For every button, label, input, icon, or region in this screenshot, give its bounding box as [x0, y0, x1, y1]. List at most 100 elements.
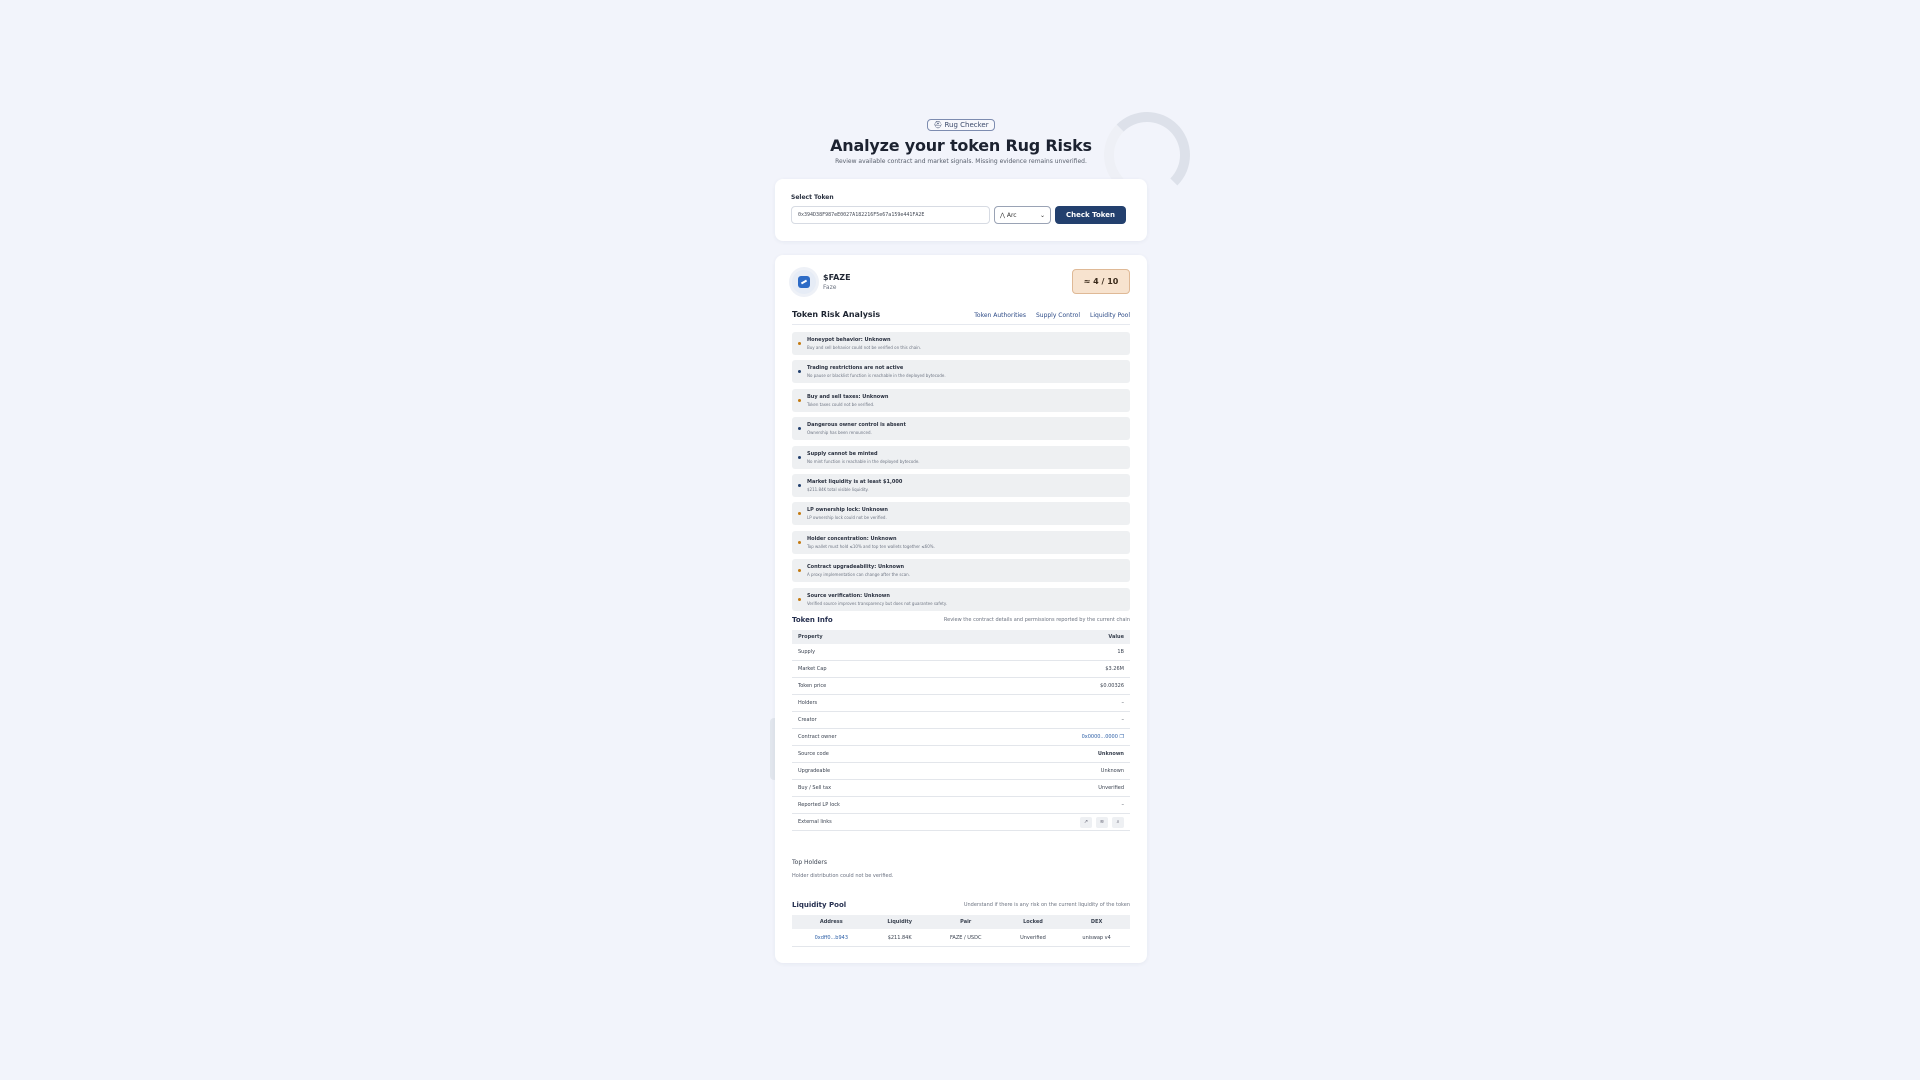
risk-desc: Verified source improves transparency bu…	[807, 600, 947, 606]
risk-item: Buy and sell taxes: Unknown Token taxes c…	[792, 388, 1130, 412]
risk-desc: Top wallet must hold ≤10% and top ten wa…	[807, 543, 935, 549]
token-address-input[interactable]: 0x394D38F987eE0027A182216F5e67a159e441FA…	[791, 206, 990, 224]
top-holders-section: Top Holders Holder distribution could no…	[792, 859, 1130, 879]
page-container: ⛑ Rug Checker Analyze your token Rug Ris…	[772, 112, 1150, 963]
status-dot-icon	[798, 512, 801, 516]
status-dot-icon	[798, 597, 801, 601]
table-row: Token price $0.00326	[792, 677, 1130, 696]
table-row: Source code Unknown	[792, 745, 1130, 764]
pool-address-link[interactable]: 0xdff0...b943	[815, 935, 848, 941]
status-dot-icon	[798, 540, 801, 544]
risk-title: Market liquidity is at least $1,000	[807, 478, 903, 485]
risk-item: Holder concentration: Unknown Top wallet …	[792, 530, 1130, 554]
column-header-liquidity: Liquidity	[870, 915, 929, 930]
risk-title: Trading restrictions are not active	[807, 365, 904, 372]
value-cell: Unknown	[951, 745, 1130, 764]
risk-title: Supply cannot be minted	[807, 450, 878, 457]
risk-title: Buy and sell taxes: Unknown	[807, 393, 889, 400]
token-info-note: Review the contract details and permissi…	[943, 616, 1130, 623]
table-row: Creator –	[792, 711, 1130, 730]
select-token-label: Select Token	[791, 194, 834, 201]
tab-token-authorities[interactable]: Token Authorities	[974, 312, 1026, 319]
status-dot-icon	[798, 483, 801, 487]
page-title: Analyze your token Rug Risks	[830, 136, 1092, 155]
token-info-title: Token Info	[792, 615, 833, 624]
risk-item: Dangerous owner control is absent Ownersh…	[792, 417, 1130, 441]
liquidity-title: Liquidity Pool	[792, 901, 847, 910]
page-subtitle: Review available contract and market sig…	[835, 158, 1087, 165]
token-identity: $FAZE Faze	[792, 269, 851, 294]
column-header-property: Property	[792, 629, 952, 644]
risk-title: Source verification: Unknown	[807, 592, 890, 599]
column-header-address: Address	[792, 915, 871, 930]
risk-item: Honeypot behavior: Unknown Buy and sell b…	[792, 332, 1130, 355]
status-dot-icon	[798, 370, 801, 374]
table-row: External links ↗ ≋ ⌕	[792, 813, 1130, 832]
risk-desc: LP ownership lock could not be verified.	[807, 515, 887, 521]
risk-item: Trading restrictions are not active No pa…	[792, 360, 1130, 384]
value-cell: $3.26M	[951, 660, 1130, 679]
chain-icon: ⋀	[1000, 211, 1007, 219]
analysis-title: Token Risk Analysis	[792, 310, 881, 319]
token-logo-icon	[792, 269, 816, 294]
property-cell: Token price	[792, 677, 952, 696]
property-cell: Market Cap	[792, 660, 952, 679]
tab-liquidity-pool[interactable]: Liquidity Pool	[1090, 312, 1130, 319]
table-row: 0xdff0...b943 $211.84K FAZE / USDC Unver…	[792, 929, 1130, 947]
value-cell: –	[951, 796, 1130, 815]
risk-title: Honeypot behavior: Unknown	[807, 337, 891, 343]
status-dot-icon	[798, 427, 801, 431]
value-cell: 0x0000...0000 ❐	[951, 728, 1130, 747]
column-header-pair: Pair	[928, 915, 1003, 930]
chain-name: Arc	[1006, 211, 1017, 219]
risk-desc: No pause or blacklist function is reacha…	[807, 373, 946, 379]
value-cell: Unverified	[951, 779, 1130, 798]
table-row: Contract owner 0x0000...0000 ❐	[792, 728, 1130, 747]
property-cell: Upgradeable	[792, 762, 952, 781]
external-link-icon[interactable]: ↗	[1080, 816, 1092, 828]
risk-title: Dangerous owner control is absent	[807, 422, 906, 429]
table-row: Reported LP lock –	[792, 796, 1130, 815]
token-info-table: Property Value Supply 1B Market Cap $3.26M…	[792, 629, 1130, 832]
copy-icon[interactable]: ❐	[1120, 734, 1124, 740]
check-token-button[interactable]: Check Token	[1055, 206, 1126, 224]
contract-owner-link[interactable]: 0x0000...0000	[1082, 734, 1118, 740]
status-dot-icon	[798, 569, 801, 573]
analysis-header: Token Risk Analysis Token Authorities Su…	[792, 310, 1130, 325]
risk-desc: Token taxes could not be verified.	[807, 401, 875, 407]
chain-select[interactable]: ⋀ Arc ⌄	[994, 206, 1051, 224]
token-symbol: $FAZE	[823, 272, 851, 282]
explorer-icon[interactable]: ≋	[1096, 816, 1108, 828]
results-card: $FAZE Faze ≈ 4 / 10 Token Risk Analysis …	[775, 255, 1147, 963]
property-cell: External links	[792, 813, 952, 832]
top-holders-title: Top Holders	[792, 859, 827, 867]
property-cell: Creator	[792, 711, 952, 730]
risk-title: Holder concentration: Unknown	[807, 535, 897, 542]
property-cell: Contract owner	[792, 728, 952, 747]
token-name: Faze	[823, 283, 837, 291]
locked-cell: Unverified	[1002, 929, 1064, 947]
value-cell: –	[951, 711, 1130, 730]
risk-item: Market liquidity is at least $1,000 $211.…	[792, 473, 1130, 497]
table-row: Buy / Sell tax Unverified	[792, 779, 1130, 798]
liquidity-cell: $211.84K	[870, 929, 929, 947]
top-holders-desc: Holder distribution could not be verifie…	[792, 873, 894, 880]
token-select-card: Select Token 0x394D38F987eE0027A182216F5…	[775, 179, 1147, 241]
analysis-tabs: Token Authorities Supply Control Liquidi…	[974, 312, 1130, 319]
risk-item: Contract upgradeability: Unknown A proxy …	[792, 559, 1130, 583]
chevron-down-icon: ⌄	[1039, 211, 1045, 219]
risk-score-badge: ≈ 4 / 10	[1072, 269, 1130, 294]
dex-cell: uniswap v4	[1063, 929, 1130, 947]
column-header-locked: Locked	[1002, 915, 1064, 930]
search-icon[interactable]: ⌕	[1112, 816, 1124, 828]
pool-address-cell: 0xdff0...b943	[792, 929, 871, 947]
risk-desc: No mint function is reachable in the dep…	[807, 458, 920, 464]
status-dot-icon	[798, 398, 801, 402]
table-row: Upgradeable Unknown	[792, 762, 1130, 781]
table-header-row: Property Value	[792, 629, 1130, 644]
tab-supply-control[interactable]: Supply Control	[1036, 312, 1080, 319]
token-header: $FAZE Faze ≈ 4 / 10	[792, 269, 1130, 294]
risk-item: Supply cannot be minted No mint function …	[792, 445, 1130, 469]
property-cell: Holders	[792, 694, 952, 713]
table-row: Supply 1B	[792, 643, 1130, 662]
